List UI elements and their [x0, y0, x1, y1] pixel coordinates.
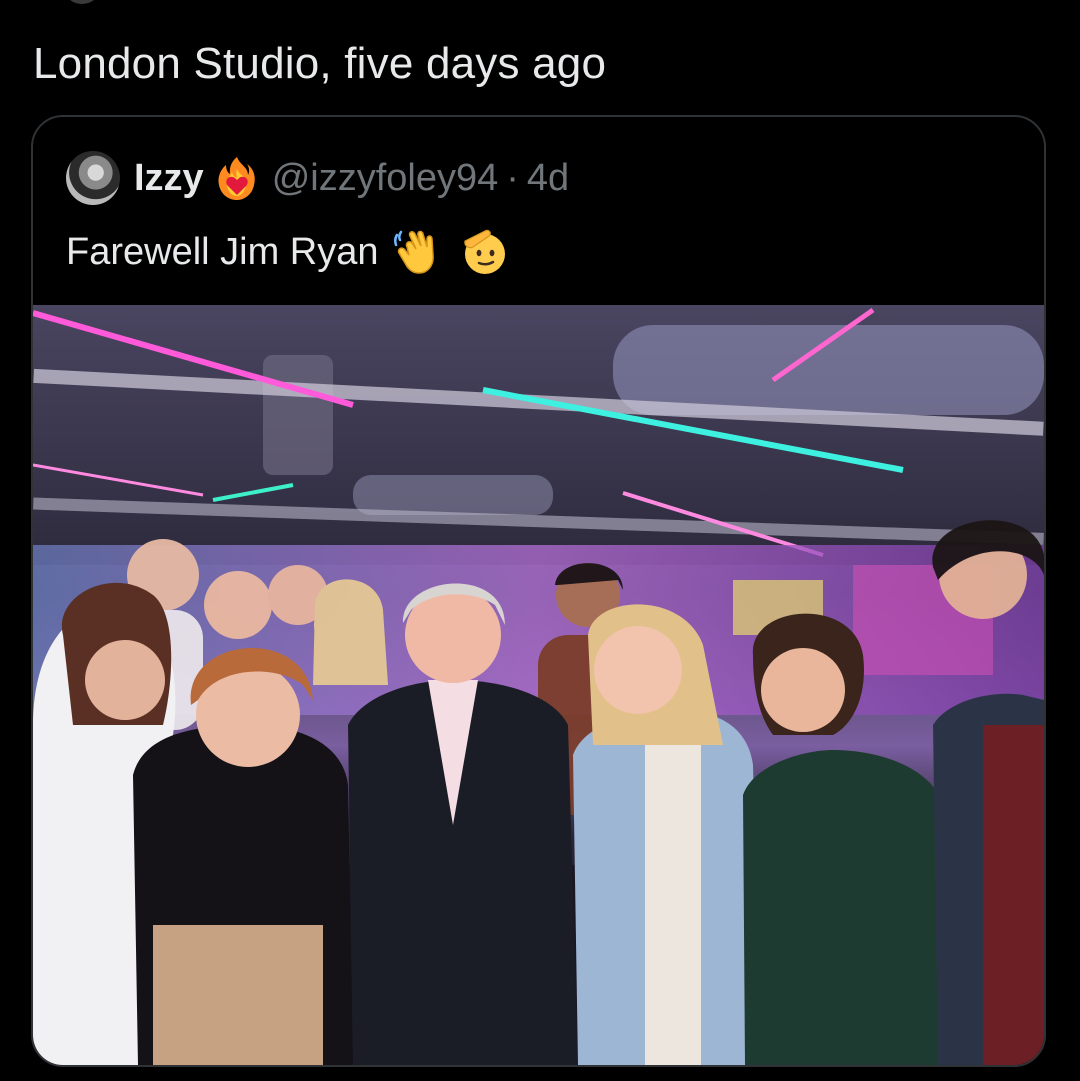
- quoted-tweet-card[interactable]: Izzy @izzyfoley94 · 4d Farewell Jim Ryan: [31, 115, 1046, 1067]
- heart-on-fire-icon: [218, 157, 255, 200]
- saluting-face-icon: [463, 229, 505, 274]
- quoted-tweet-body: Farewell Jim Ryan: [66, 230, 379, 273]
- tweet-text: London Studio, five days ago: [33, 39, 607, 88]
- waving-hand-icon: [393, 230, 434, 274]
- tweet-photo[interactable]: [33, 305, 1044, 1065]
- timestamp[interactable]: 4d: [527, 157, 569, 200]
- avatar-fragment[interactable]: [62, 0, 102, 4]
- group-photo-illustration: [33, 305, 1044, 1065]
- tweet-view: London Studio, five days ago Izzy @izzyf…: [0, 0, 1080, 1081]
- quoted-tweet-header: Izzy @izzyfoley94 · 4d: [66, 150, 569, 206]
- user-handle[interactable]: @izzyfoley94: [272, 157, 499, 200]
- quoted-tweet-text: Farewell Jim Ryan: [66, 227, 509, 277]
- avatar[interactable]: [66, 151, 120, 205]
- display-name[interactable]: Izzy: [134, 157, 204, 200]
- separator-dot: ·: [506, 156, 519, 199]
